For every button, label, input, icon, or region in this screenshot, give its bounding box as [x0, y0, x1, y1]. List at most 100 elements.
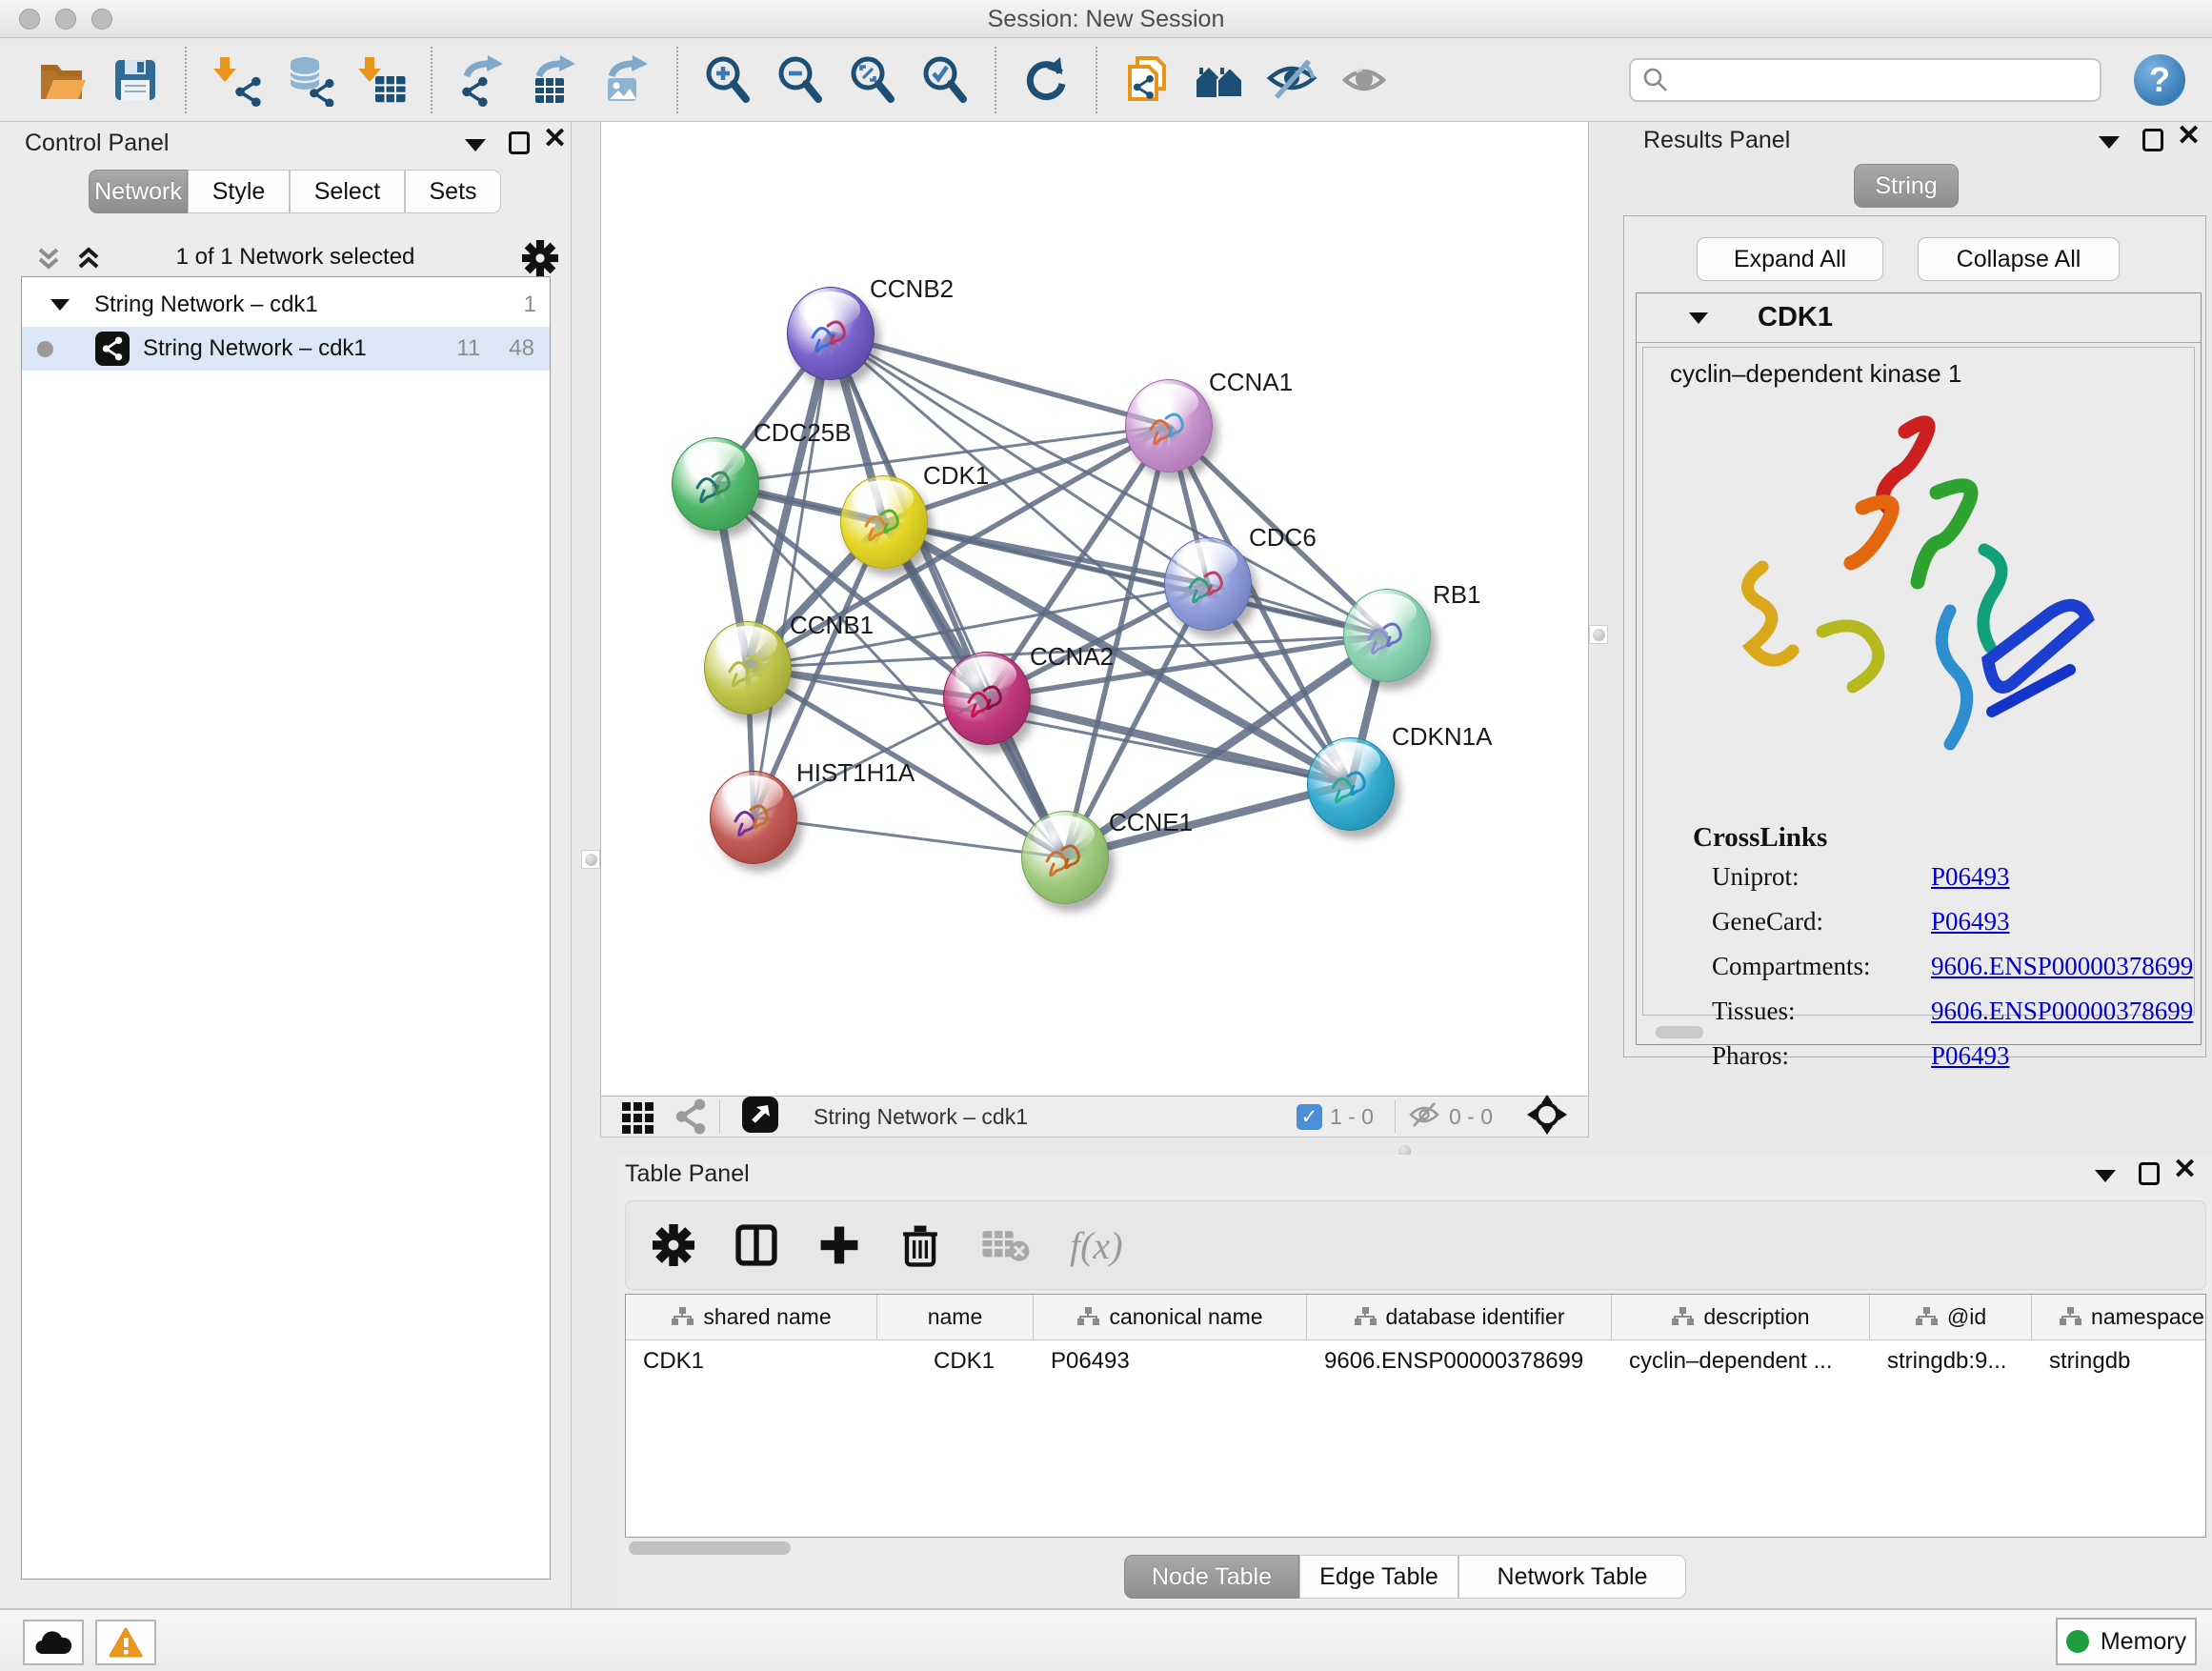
network-node-ccnb2[interactable] [787, 287, 875, 380]
network-node-hist1h1a[interactable] [710, 771, 797, 864]
gene-entry-header[interactable]: CDK1 [1637, 293, 2201, 343]
collapse-all-tree-icon[interactable] [34, 244, 63, 279]
help-button[interactable]: ? [2134, 54, 2185, 106]
crosslink-link[interactable]: 9606.ENSP00000378699 [1931, 952, 2193, 981]
add-column-icon[interactable] [818, 1224, 860, 1266]
warnings-button[interactable] [95, 1620, 156, 1665]
column-header--id[interactable]: @id [1870, 1295, 2032, 1339]
goto-network-icon[interactable] [741, 1096, 779, 1138]
cell--id[interactable]: stringdb:9... [1870, 1340, 2032, 1384]
show-all-button[interactable] [1335, 50, 1394, 110]
search-input[interactable] [1629, 58, 2101, 102]
tab-style[interactable]: Style [188, 170, 290, 213]
birdseye-crosshair-icon[interactable] [1527, 1095, 1567, 1139]
tab-edge-table[interactable]: Edge Table [1299, 1555, 1458, 1599]
home-networks-button[interactable] [1190, 50, 1249, 110]
tab-select[interactable]: Select [290, 170, 405, 213]
crosslink-link[interactable]: 9606.ENSP00000378699 [1931, 997, 2193, 1026]
column-header-description[interactable]: description [1612, 1295, 1870, 1339]
network-node-ccnb1[interactable] [704, 621, 792, 715]
network-node-cdc25b[interactable] [672, 437, 759, 531]
column-header-shared-name[interactable]: shared name [626, 1295, 877, 1339]
table-hscroll-thumb[interactable] [629, 1541, 791, 1555]
right-splitter-handle[interactable] [1589, 625, 1608, 644]
float-table-icon[interactable] [2139, 1162, 2160, 1185]
memory-button[interactable]: Memory [2056, 1618, 2197, 1665]
column-header-database-identifier[interactable]: database identifier [1307, 1295, 1612, 1339]
open-session-button[interactable] [33, 50, 92, 110]
network-canvas[interactable]: CCNB2 CCNA1 CDC25B CDK1 CDC6 RB1 CCNB1 [600, 122, 1589, 1096]
cloud-button[interactable] [23, 1620, 84, 1665]
network-row-selected[interactable]: String Network – cdk1 11 48 [22, 327, 550, 371]
tab-string[interactable]: String [1854, 164, 1959, 208]
collapse-table-icon[interactable] [2095, 1170, 2116, 1182]
table-row[interactable]: CDK1CDK1P064939606.ENSP00000378699cyclin… [626, 1340, 2205, 1384]
float-results-icon[interactable] [2142, 129, 2163, 151]
network-node-cdc6[interactable] [1164, 537, 1252, 631]
cell-shared-name[interactable]: CDK1 [626, 1340, 877, 1384]
crosslink-link[interactable]: P06493 [1931, 907, 2010, 936]
cell-namespace[interactable]: stringdb [2032, 1340, 2206, 1384]
table-gear-icon[interactable] [653, 1224, 694, 1266]
grid-view-icon[interactable] [620, 1098, 656, 1135]
collapse-panel-icon[interactable] [465, 139, 486, 151]
float-panel-icon[interactable] [509, 131, 530, 154]
network-node-ccna2[interactable] [943, 652, 1031, 745]
results-hscroll-stub[interactable] [1656, 1026, 1703, 1038]
network-collection-row[interactable]: String Network – cdk1 1 [22, 283, 550, 327]
network-node-cdk1[interactable] [840, 475, 928, 569]
import-table-button[interactable] [352, 50, 411, 110]
zoom-fit-button[interactable] [843, 50, 902, 110]
collapse-all-button[interactable]: Collapse All [1918, 237, 2120, 281]
column-header-canonical-name[interactable]: canonical name [1034, 1295, 1307, 1339]
export-image-button[interactable] [597, 50, 656, 110]
column-header-namespace[interactable]: namespace [2032, 1295, 2206, 1339]
tab-network[interactable]: Network [89, 170, 188, 213]
import-network-button[interactable] [207, 50, 266, 110]
cell-name[interactable]: CDK1 [877, 1340, 1034, 1384]
cell-canonical-name[interactable]: P06493 [1034, 1340, 1307, 1384]
node-label-cdc6: CDC6 [1249, 523, 1317, 553]
expand-all-button[interactable]: Expand All [1697, 237, 1883, 281]
tab-sets[interactable]: Sets [405, 170, 501, 213]
network-node-ccne1[interactable] [1021, 811, 1109, 904]
node-attribute-table[interactable]: shared namenamecanonical namedatabase id… [625, 1294, 2206, 1538]
crosslink-link[interactable]: P06493 [1931, 862, 2010, 892]
network-options-gear-icon[interactable] [522, 240, 558, 281]
close-results-icon[interactable]: ✕ [2177, 125, 2201, 148]
network-collection-label: String Network – cdk1 [94, 292, 318, 318]
delete-column-icon[interactable] [900, 1223, 940, 1267]
tab-network-table[interactable]: Network Table [1458, 1555, 1686, 1599]
zoom-selected-button[interactable] [915, 50, 975, 110]
cell-description[interactable]: cyclin–dependent ... [1612, 1340, 1870, 1384]
save-session-button[interactable] [106, 50, 165, 110]
tab-node-table[interactable]: Node Table [1124, 1555, 1299, 1599]
close-panel-icon[interactable]: ✕ [543, 128, 567, 151]
export-network-button[interactable] [452, 50, 512, 110]
expand-all-tree-icon[interactable] [74, 244, 103, 279]
node-label-cdc25b: CDC25B [754, 418, 852, 448]
selected-nodes-checkbox[interactable]: ✓ [1297, 1104, 1322, 1130]
export-table-button[interactable] [525, 50, 584, 110]
refresh-button[interactable] [1016, 50, 1076, 110]
zoom-in-button[interactable] [698, 50, 757, 110]
network-node-rb1[interactable] [1343, 589, 1431, 682]
network-node-cdkn1a[interactable] [1307, 737, 1395, 831]
column-header-name[interactable]: name [877, 1295, 1034, 1339]
node-label-cdk1: CDK1 [923, 461, 989, 491]
network-node-ccna1[interactable] [1125, 379, 1213, 473]
crosslink-link[interactable]: P06493 [1931, 1041, 2010, 1071]
toolbar-separator [995, 47, 996, 113]
tree-expander-icon[interactable] [50, 299, 70, 311]
import-database-button[interactable] [279, 50, 338, 110]
left-splitter-handle[interactable] [581, 850, 600, 869]
hide-selected-button[interactable] [1262, 50, 1321, 110]
close-table-icon[interactable]: ✕ [2173, 1158, 2197, 1181]
zoom-out-button[interactable] [771, 50, 830, 110]
gene-expander-icon[interactable] [1689, 312, 1708, 324]
share-view-icon[interactable] [674, 1098, 708, 1135]
cell-database-identifier[interactable]: 9606.ENSP00000378699 [1307, 1340, 1612, 1384]
show-columns-icon[interactable] [734, 1223, 778, 1267]
collapse-results-icon[interactable] [2099, 136, 2120, 149]
clone-network-button[interactable] [1117, 50, 1176, 110]
